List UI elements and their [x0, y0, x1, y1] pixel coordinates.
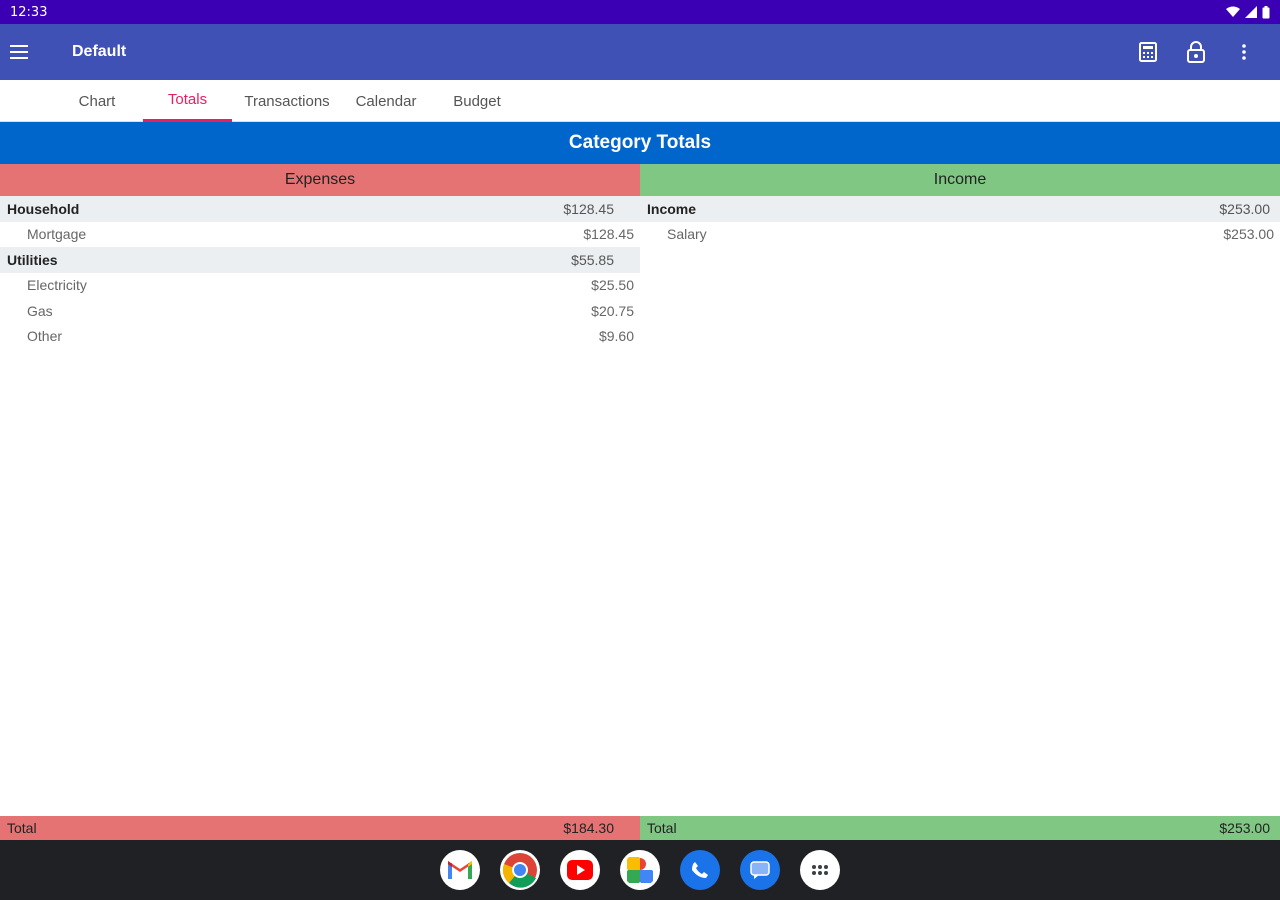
screen: 12:33 Default Chart Totals Transactions	[0, 0, 1280, 900]
subcategory-row[interactable]: Mortgage $128.45	[0, 222, 640, 248]
app-bar: Default	[0, 24, 1280, 80]
lock-icon	[1187, 41, 1205, 63]
battery-icon	[1262, 5, 1270, 18]
calculator-icon	[1139, 42, 1157, 62]
hamburger-menu-icon	[10, 45, 28, 59]
subcategory-row[interactable]: Gas $20.75	[0, 298, 640, 324]
section-title: Category Totals	[0, 122, 1280, 164]
category-row[interactable]: Utilities $55.85	[0, 247, 640, 273]
subcategory-amount: $9.60	[598, 328, 634, 345]
income-header: Income	[640, 164, 1280, 196]
gmail-icon[interactable]	[440, 850, 480, 890]
phone-icon[interactable]	[680, 850, 720, 890]
subcategory-amount: $20.75	[591, 302, 634, 319]
subcategory-row[interactable]: Salary $253.00	[640, 222, 1280, 248]
tab-bar: Chart Totals Transactions Calendar Budge…	[0, 80, 1280, 122]
lock-button[interactable]	[1172, 28, 1220, 76]
wifi-icon	[1226, 6, 1240, 17]
category-name: Utilities	[7, 251, 58, 268]
subcategory-amount: $128.45	[583, 226, 634, 243]
overflow-menu-button[interactable]	[1220, 28, 1268, 76]
subcategory-row[interactable]: Electricity $25.50	[0, 273, 640, 299]
subcategory-amount: $253.00	[1223, 226, 1274, 243]
category-row[interactable]: Income $253.00	[640, 196, 1280, 222]
app-title[interactable]: Default	[72, 43, 126, 61]
signal-icon	[1245, 6, 1257, 18]
dock	[0, 840, 1280, 900]
youtube-icon[interactable]	[560, 850, 600, 890]
category-amount: $55.85	[571, 251, 614, 268]
subcategory-name: Mortgage	[27, 226, 87, 243]
tab-totals[interactable]: Totals	[143, 80, 232, 122]
messages-icon[interactable]	[740, 850, 780, 890]
app-bar-actions	[1124, 28, 1268, 76]
chrome-icon[interactable]	[500, 850, 540, 890]
category-name: Income	[647, 200, 697, 217]
tab-chart[interactable]: Chart	[52, 80, 142, 122]
tab-calendar[interactable]: Calendar	[342, 80, 430, 122]
menu-button[interactable]	[2, 24, 36, 80]
status-icons	[1226, 5, 1270, 19]
subcategory-row[interactable]: Other $9.60	[0, 324, 640, 350]
subcategory-name: Salary	[667, 226, 707, 243]
expenses-total-amount: $184.30	[563, 820, 614, 836]
status-bar: 12:33	[0, 0, 1280, 24]
expenses-total-bar: Total $184.30	[0, 816, 640, 840]
subcategory-name: Electricity	[27, 277, 87, 294]
category-row[interactable]: Household $128.45	[0, 196, 640, 222]
expenses-header: Expenses	[0, 164, 640, 196]
income-total-label: Total	[647, 820, 677, 836]
calculator-button[interactable]	[1124, 28, 1172, 76]
income-total-amount: $253.00	[1219, 820, 1270, 836]
tab-budget[interactable]: Budget	[432, 80, 522, 122]
subcategory-name: Gas	[27, 302, 53, 319]
app-drawer-icon[interactable]	[800, 850, 840, 890]
subcategory-amount: $25.50	[591, 277, 634, 294]
photos-icon[interactable]	[620, 850, 660, 890]
expenses-total-label: Total	[7, 820, 37, 836]
status-time: 12:33	[10, 4, 48, 20]
tab-transactions[interactable]: Transactions	[234, 80, 340, 122]
income-column: Income Income $253.00 Salary $253.00	[640, 164, 1280, 247]
category-amount: $253.00	[1219, 200, 1270, 217]
category-amount: $128.45	[563, 200, 614, 217]
more-vert-icon	[1242, 44, 1246, 60]
expenses-column: Expenses Household $128.45 Mortgage $128…	[0, 164, 640, 349]
subcategory-name: Other	[27, 328, 63, 345]
category-name: Household	[7, 200, 80, 217]
income-total-bar: Total $253.00	[640, 816, 1280, 840]
